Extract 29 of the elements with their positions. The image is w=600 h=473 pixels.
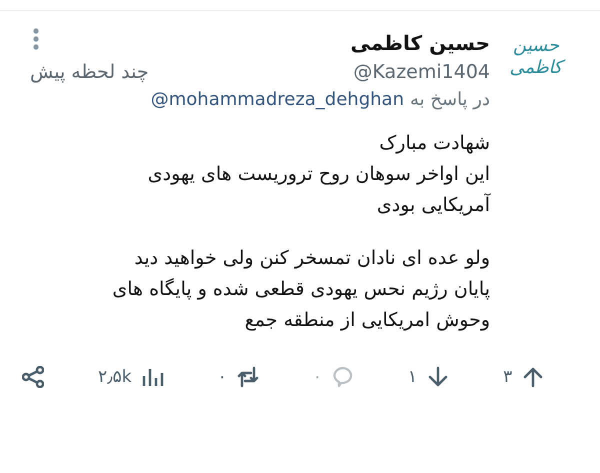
avatar-logo[interactable]: حسین کاظمی (501, 35, 571, 81)
timestamp: چند لحظه پیش (30, 61, 149, 83)
count-label: ۲٫۵k (98, 366, 132, 388)
count-label: ۳ (503, 366, 512, 388)
tweet-text-line: وحوش امریکایی از منطقه جمع (244, 308, 490, 333)
user-name: حسین کاظمی (350, 31, 490, 55)
tweet-text-line: پایان رژیم نحس یهودی قطعی شده و پایگاه های (112, 277, 490, 302)
tweet-text-line: ولو عده ای نادان تمسخر کنن ولی خواهید دید (134, 246, 490, 271)
user-handle: @Kazemi1404 (353, 61, 490, 83)
count-label: ۰ (312, 366, 322, 388)
views-action[interactable]: ۲٫۵k (98, 366, 164, 388)
upvote-action[interactable]: ۳ (503, 366, 544, 388)
tweet-text-line: آمریکایی بودی (376, 192, 490, 218)
retweet-action[interactable]: ۰ (218, 366, 259, 388)
more-options-icon[interactable] (32, 27, 40, 51)
reply-label: در پاسخ به (410, 89, 490, 110)
tweet-text-line: این اواخر سوهان روح تروریست های یهودی (148, 162, 490, 187)
mention-link[interactable]: @mohammadreza_dehghan (150, 89, 404, 110)
bar-chart-icon (142, 366, 164, 388)
share-action[interactable] (22, 366, 44, 388)
tweet-text-line: شهادت مبارک (379, 131, 490, 156)
down-arrow-icon (427, 366, 450, 388)
count-label: ۱ (408, 366, 418, 388)
up-arrow-icon (522, 366, 544, 388)
retweet-icon (236, 366, 259, 388)
downvote-action[interactable]: ۱ (408, 366, 450, 388)
speech-bubble-icon (332, 366, 354, 388)
share-icon (22, 366, 44, 388)
count-label: ۰ (218, 366, 227, 388)
